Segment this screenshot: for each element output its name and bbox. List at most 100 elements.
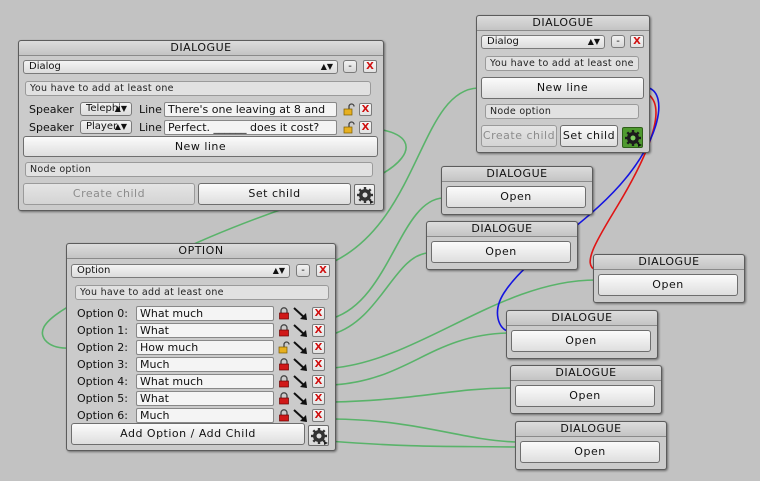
wire-option6-dialogue-f <box>332 418 517 443</box>
type-dropdown[interactable]: Option ▲▼ <box>71 264 290 278</box>
line-text-field[interactable]: There's one leaving at 8 and <box>164 102 337 117</box>
arrow-link-icon[interactable] <box>293 409 309 423</box>
remove-option-button[interactable]: X <box>312 375 325 388</box>
node-option-field[interactable]: Node option <box>25 162 373 177</box>
remove-option-button[interactable]: X <box>312 341 325 354</box>
line-text-field[interactable]: Perfect. ______ does it cost? <box>164 120 337 135</box>
open-button[interactable]: Open <box>511 330 651 352</box>
open-button[interactable]: Open <box>431 241 571 263</box>
open-button[interactable]: Open <box>446 186 586 208</box>
lock-icon[interactable] <box>278 358 290 371</box>
node-title: DIALOGUE <box>19 41 383 56</box>
lock-icon[interactable] <box>278 392 290 405</box>
arrow-link-icon[interactable] <box>293 341 309 355</box>
lock-icon[interactable] <box>278 324 290 337</box>
wire-add-child-dialogue-f <box>327 440 517 448</box>
create-child-button[interactable]: Create child <box>481 125 557 147</box>
gear-icon[interactable] <box>622 127 643 148</box>
arrow-link-icon[interactable] <box>293 358 309 372</box>
line-label: Line <box>139 121 162 134</box>
lock-icon[interactable] <box>278 409 290 422</box>
node-option-field[interactable]: Node option <box>485 104 639 119</box>
unlock-icon[interactable] <box>343 121 355 134</box>
new-line-button[interactable]: New line <box>23 136 378 157</box>
wire-option1-dialogue-b <box>332 252 429 335</box>
type-dropdown-value: Dialog <box>487 36 519 47</box>
node-title: DIALOGUE <box>516 422 666 437</box>
dialogue-node-top-right[interactable]: DIALOGUE Dialog ▲▼ - X You have to add at… <box>476 15 650 153</box>
remove-line-button[interactable]: X <box>359 103 372 116</box>
dropdown-arrow-icon: ▲▼ <box>587 37 600 46</box>
option-label: Option 6: <box>77 409 128 422</box>
option-label: Option 0: <box>77 307 128 320</box>
speaker-label: Speaker <box>29 103 74 116</box>
dropdown-arrow-icon: ▲▼ <box>114 104 127 113</box>
option-text-field[interactable]: What <box>136 391 274 406</box>
open-button[interactable]: Open <box>515 385 655 407</box>
dialogue-node-small-f[interactable]: DIALOGUE Open <box>515 421 667 470</box>
option-text-field[interactable]: What <box>136 323 274 338</box>
dropdown-arrow-icon: ▲▼ <box>114 122 127 131</box>
add-option-button[interactable]: Add Option / Add Child <box>71 423 305 445</box>
open-button[interactable]: Open <box>598 274 738 296</box>
node-title: OPTION <box>67 244 335 259</box>
remove-option-button[interactable]: X <box>312 324 325 337</box>
node-title: DIALOGUE <box>507 311 657 326</box>
wire-option4-dialogue-d <box>332 332 509 386</box>
node-title: DIALOGUE <box>511 366 661 381</box>
new-line-button[interactable]: New line <box>481 77 644 99</box>
speaker-dropdown[interactable]: Player ▲▼ <box>80 120 132 134</box>
speaker-value: Player <box>86 121 118 132</box>
open-button[interactable]: Open <box>520 441 660 463</box>
node-title: DIALOGUE <box>477 16 649 31</box>
option-text-field[interactable]: What much <box>136 374 274 389</box>
option-text-field[interactable]: What much <box>136 306 274 321</box>
option-text-field[interactable]: Much <box>136 357 274 372</box>
remove-line-button[interactable]: X <box>359 121 372 134</box>
gear-icon[interactable] <box>354 184 375 205</box>
lock-icon[interactable] <box>278 375 290 388</box>
option-text-field[interactable]: How much <box>136 340 274 355</box>
create-child-button[interactable]: Create child <box>23 183 195 205</box>
speaker-label: Speaker <box>29 121 74 134</box>
warning-info: You have to add at least one <box>75 285 329 300</box>
option-node[interactable]: OPTION Option ▲▼ - X You have to add at l… <box>66 243 336 451</box>
minus-button[interactable]: - <box>611 35 625 48</box>
type-dropdown-value: Option <box>77 265 111 276</box>
type-dropdown-value: Dialog <box>29 61 61 72</box>
arrow-link-icon[interactable] <box>293 307 309 321</box>
close-button[interactable]: X <box>630 35 644 48</box>
remove-option-button[interactable]: X <box>312 307 325 320</box>
dialogue-node-small-a[interactable]: DIALOGUE Open <box>441 166 593 215</box>
type-dropdown[interactable]: Dialog ▲▼ <box>481 35 605 49</box>
unlock-icon[interactable] <box>343 103 355 116</box>
option-text-field[interactable]: Much <box>136 408 274 423</box>
arrow-link-icon[interactable] <box>293 375 309 389</box>
option-label: Option 5: <box>77 392 128 405</box>
dropdown-arrow-icon: ▲▼ <box>320 62 333 71</box>
arrow-link-icon[interactable] <box>293 324 309 338</box>
minus-button[interactable]: - <box>343 60 357 73</box>
option-label: Option 2: <box>77 341 128 354</box>
dialogue-node-small-e[interactable]: DIALOGUE Open <box>510 365 662 414</box>
arrow-link-icon[interactable] <box>293 392 309 406</box>
remove-option-button[interactable]: X <box>312 358 325 371</box>
speaker-dropdown[interactable]: Telephi ▲▼ <box>80 102 132 116</box>
gear-icon[interactable] <box>308 425 329 446</box>
lock-icon[interactable] <box>278 307 290 320</box>
dialogue-node-small-c[interactable]: DIALOGUE Open <box>593 254 745 303</box>
minus-button[interactable]: - <box>296 264 310 277</box>
dialogue-node-small-d[interactable]: DIALOGUE Open <box>506 310 658 359</box>
remove-option-button[interactable]: X <box>312 409 325 422</box>
line-label: Line <box>139 103 162 116</box>
node-title: DIALOGUE <box>594 255 744 270</box>
remove-option-button[interactable]: X <box>312 392 325 405</box>
dialogue-node-small-b[interactable]: DIALOGUE Open <box>426 221 578 270</box>
set-child-button[interactable]: Set child <box>560 125 618 147</box>
close-button[interactable]: X <box>363 60 377 73</box>
set-child-button[interactable]: Set child <box>198 183 351 205</box>
close-button[interactable]: X <box>316 264 330 277</box>
type-dropdown[interactable]: Dialog ▲▼ <box>23 60 338 74</box>
dialogue-node-main[interactable]: DIALOGUE Dialog ▲▼ - X You have to add at… <box>18 40 384 211</box>
unlock-icon[interactable] <box>278 341 290 354</box>
